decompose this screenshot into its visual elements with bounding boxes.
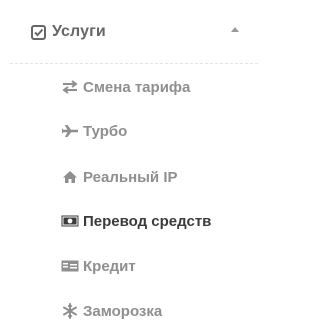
section-divider xyxy=(10,63,258,64)
money-icon xyxy=(61,213,79,229)
menu-item-label: Турбо xyxy=(83,122,128,140)
menu-item-money-transfer[interactable]: Перевод средств xyxy=(61,210,211,232)
menu-item-label: Кредит xyxy=(83,257,136,275)
menu-item-real-ip[interactable]: Реальный IP xyxy=(61,166,178,188)
menu-item-turbo[interactable]: Турбо xyxy=(61,120,127,142)
credit-card-icon xyxy=(61,258,79,274)
checkbox-checked-icon xyxy=(30,24,46,40)
plane-icon xyxy=(61,123,79,139)
menu-item-credit[interactable]: Кредит xyxy=(61,255,136,277)
menu-item-change-tariff[interactable]: Смена тарифа xyxy=(61,76,190,98)
snowflake-icon xyxy=(61,303,79,319)
home-icon xyxy=(61,169,79,185)
section-title: Услуги xyxy=(52,23,106,40)
services-section-header[interactable]: Услуги xyxy=(30,18,255,46)
services-menu: Услуги Смена тарифа Турбо Реальный IP Пе… xyxy=(0,0,270,332)
menu-item-label: Перевод средств xyxy=(83,212,212,230)
menu-item-label: Смена тарифа xyxy=(83,78,191,96)
menu-item-label: Реальный IP xyxy=(83,168,178,186)
exchange-icon xyxy=(61,79,79,95)
menu-item-freeze[interactable]: Заморозка xyxy=(61,300,162,322)
chevron-up-icon[interactable] xyxy=(231,27,239,32)
menu-item-label: Заморозка xyxy=(83,302,163,320)
